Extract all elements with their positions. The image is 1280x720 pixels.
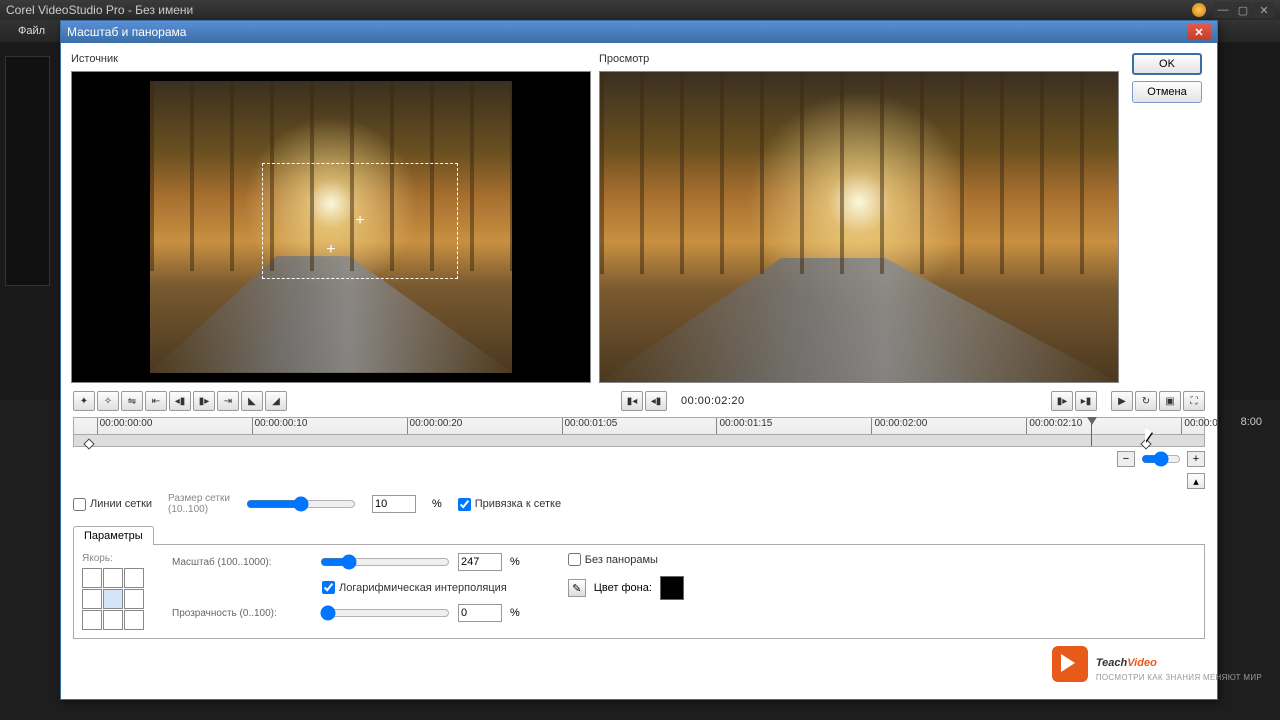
bg-preview-strip (5, 56, 50, 286)
project-timecode: 8:00 (1241, 416, 1262, 428)
dialog-titlebar[interactable]: Масштаб и панорама ✕ (61, 21, 1217, 43)
opacity-label: Прозрачность (0..100): (172, 608, 312, 619)
step-back-button[interactable]: ◂▮ (645, 391, 667, 411)
play-button[interactable]: ▶ (1111, 391, 1133, 411)
ruler-tick: 00:00:01:05 (562, 418, 618, 434)
preview-monitor-button[interactable]: ▣ (1159, 391, 1181, 411)
cancel-button[interactable]: Отмена (1132, 81, 1202, 103)
zoom-slider[interactable] (1141, 451, 1181, 467)
anchor-grid[interactable] (82, 568, 144, 630)
params-panel: Якорь: Масштаб (100. (73, 544, 1205, 639)
preview-image (600, 72, 1118, 382)
step-fwd-button[interactable]: ▮▸ (1051, 391, 1073, 411)
tab-params[interactable]: Параметры (73, 526, 154, 545)
source-image (150, 81, 513, 372)
bg-color-swatch[interactable] (660, 576, 684, 600)
ruler-tick: 00:00:01:15 (716, 418, 772, 434)
grid-lines-checkbox[interactable]: Линии сетки (73, 498, 152, 511)
ruler-tick: 00:00:02:00 (871, 418, 927, 434)
transport-toolbar: ✦ ✧ ⇋ ⇤ ◂▮ ▮▸ ⇥ ◣ ◢ ▮◂ ◂▮ 00:00:02:20 ▮▸… (61, 387, 1217, 415)
dialog-close-button[interactable]: ✕ (1187, 24, 1211, 40)
zoom-out-button[interactable]: − (1117, 451, 1135, 467)
zoom-slider-param[interactable] (320, 554, 450, 570)
keyframe-track[interactable] (74, 434, 1204, 446)
opacity-value-input[interactable] (458, 604, 502, 622)
playhead[interactable] (1091, 418, 1092, 446)
ruler-tick: 00:00:02:20 (1181, 418, 1217, 434)
bg-color-label: Цвет фона: (594, 582, 652, 594)
eyedropper-button[interactable]: ✎ (568, 579, 586, 597)
snap-grid-checkbox[interactable]: Привязка к сетке (458, 498, 561, 511)
ruler-tick: 00:00:00:10 (252, 418, 308, 434)
collapse-options-button[interactable]: ▴ (1187, 473, 1205, 489)
grid-options-row: Линии сетки Размер сетки (10..100) % При… (61, 489, 1217, 519)
opacity-slider[interactable] (320, 605, 450, 621)
move-kf-left-button[interactable]: ⇤ (145, 391, 167, 411)
pan-zoom-dialog: Масштаб и панорама ✕ Источник Просмотр (60, 20, 1218, 700)
anchor-mc[interactable] (103, 589, 123, 609)
anchor-label: Якорь: (82, 553, 144, 564)
output-preview (599, 71, 1119, 383)
loop-button[interactable]: ↻ (1135, 391, 1157, 411)
add-keyframe-button[interactable]: ✦ (73, 391, 95, 411)
log-interp-checkbox[interactable]: Логарифмическая интерполяция (322, 581, 520, 594)
remove-keyframe-button[interactable]: ✧ (97, 391, 119, 411)
zoom-label: Масштаб (100..1000): (172, 557, 312, 568)
close-button[interactable]: ✕ (1254, 2, 1274, 18)
grid-size-slider[interactable] (246, 496, 356, 512)
anchor-ml[interactable] (82, 589, 102, 609)
zoom-value-input[interactable] (458, 553, 502, 571)
log-interp-input[interactable] (322, 581, 335, 594)
next-keyframe-button[interactable]: ▮▸ (193, 391, 215, 411)
grid-lines-input[interactable] (73, 498, 86, 511)
app-title: Corel VideoStudio Pro - Без имени (6, 3, 1192, 17)
corel-logo-icon (1192, 3, 1206, 17)
menu-file[interactable]: Файл (10, 22, 53, 40)
anchor-br[interactable] (124, 610, 144, 630)
dialog-title: Масштаб и панорама (67, 25, 1187, 39)
move-kf-right-button[interactable]: ⇥ (217, 391, 239, 411)
fade-in-button[interactable]: ◣ (241, 391, 263, 411)
mouse-cursor-icon (1145, 428, 1152, 442)
prev-keyframe-button[interactable]: ◂▮ (169, 391, 191, 411)
maximize-button[interactable]: ▢ (1234, 2, 1252, 18)
go-end-button[interactable]: ▸▮ (1075, 391, 1097, 411)
anchor-tc[interactable] (103, 568, 123, 588)
anchor-tr[interactable] (124, 568, 144, 588)
timecode-display: 00:00:02:20 (681, 395, 745, 407)
ruler-tick: 00:00:00:20 (407, 418, 463, 434)
zoom-in-button[interactable]: + (1187, 451, 1205, 467)
minimize-button[interactable]: — (1214, 2, 1232, 18)
timeline-ruler[interactable]: 00:00:00:00 00:00:00:10 00:00:00:20 00:00:0… (73, 417, 1205, 447)
anchor-mr[interactable] (124, 589, 144, 609)
enlarge-preview-button[interactable]: ⛶ (1183, 391, 1205, 411)
ruler-tick: 00:00:02:10 (1026, 418, 1082, 434)
snap-grid-input[interactable] (458, 498, 471, 511)
no-pan-checkbox[interactable]: Без панорамы (568, 553, 684, 566)
ruler-tick: 00:00:00:00 (97, 418, 153, 434)
ok-button[interactable]: OK (1132, 53, 1202, 75)
reverse-keyframes-button[interactable]: ⇋ (121, 391, 143, 411)
source-preview[interactable] (71, 71, 591, 383)
no-pan-input[interactable] (568, 553, 581, 566)
anchor-bl[interactable] (82, 610, 102, 630)
fade-out-button[interactable]: ◢ (265, 391, 287, 411)
go-start-button[interactable]: ▮◂ (621, 391, 643, 411)
anchor-bc[interactable] (103, 610, 123, 630)
anchor-tl[interactable] (82, 568, 102, 588)
preview-label: Просмотр (599, 53, 1119, 65)
app-titlebar: Corel VideoStudio Pro - Без имени — ▢ ✕ (0, 0, 1280, 20)
grid-size-label: Размер сетки (168, 493, 230, 504)
source-label: Источник (71, 53, 591, 65)
grid-size-input[interactable] (372, 495, 416, 513)
